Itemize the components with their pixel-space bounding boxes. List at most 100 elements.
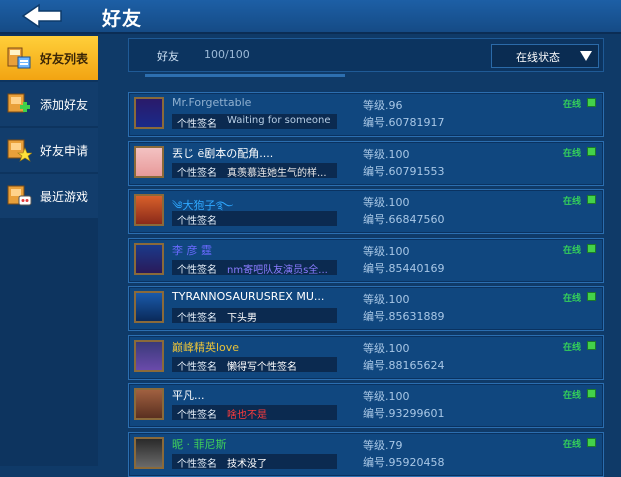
friend-level: 等级.100 — [363, 390, 410, 403]
signature-label: 个性签名 — [177, 459, 217, 470]
friend-card[interactable]: 平凡... 个性签名 啥也不是 等级.100 编号.93299601 在线 — [128, 383, 604, 428]
avatar[interactable] — [134, 340, 164, 372]
signature-text: nm寄吧队友演员s全... — [227, 265, 328, 276]
online-indicator-icon — [587, 195, 596, 204]
signature-text: 懒得写个性签名 — [227, 362, 297, 373]
online-status: 在线 — [563, 440, 582, 450]
friends-filter-bar: 好友 100/100 在线状态 — [128, 38, 604, 72]
friend-card[interactable]: TYRANNOSAURUSREX MU... 个性签名 下头男 等级.100 编号.85… — [128, 286, 604, 331]
friend-level: 等级.100 — [363, 342, 410, 355]
signature-box: 个性签名 真羡慕连她生气的样... — [172, 163, 337, 179]
friend-request-icon — [6, 137, 33, 163]
online-indicator-icon — [587, 389, 596, 398]
signature-box: 个性签名 下头男 — [172, 308, 337, 324]
friend-id: 编号.66847560 — [363, 213, 445, 226]
signature-box: 个性签名 — [172, 211, 337, 227]
signature-box: 个性签名 nm寄吧队友演员s全... — [172, 260, 337, 276]
signature-box: 个性签名 懒得写个性签名 — [172, 357, 337, 373]
friends-label: 好友 — [157, 50, 179, 63]
signature-box: 个性签名 Waiting for someone — [172, 114, 337, 130]
list-divider — [145, 74, 345, 77]
friend-id: 编号.93299601 — [363, 407, 445, 420]
sidebar-item-friend-request[interactable]: 好友申请 — [0, 128, 98, 172]
friend-name: 昵 · 菲尼斯 — [172, 438, 227, 451]
friend-id: 编号.85440169 — [363, 262, 445, 275]
online-indicator-icon — [587, 292, 596, 301]
signature-box: 个性签名 啥也不是 — [172, 405, 337, 421]
friend-level: 等级.79 — [363, 439, 403, 452]
signature-label: 个性签名 — [177, 216, 217, 227]
friend-name: TYRANNOSAURUSREX MU... — [172, 290, 325, 303]
back-arrow-icon — [21, 3, 62, 29]
avatar[interactable] — [134, 388, 164, 420]
friend-level: 等级.100 — [363, 245, 410, 258]
top-bar: 好友 — [0, 0, 621, 34]
friend-card[interactable]: 巅峰精英love 个性签名 懒得写个性签名 等级.100 编号.88165624 在线 — [128, 335, 604, 380]
signature-text: 技术没了 — [227, 459, 267, 470]
add-friend-icon — [6, 91, 32, 117]
friend-id: 编号.88165624 — [363, 359, 445, 372]
signature-text: Waiting for someone — [227, 115, 331, 126]
friend-card[interactable]: ༄大狍子࿐ 个性签名 等级.100 编号.66847560 在线 — [128, 189, 604, 234]
sidebar-item-label: 好友申请 — [40, 143, 89, 158]
online-indicator-icon — [587, 98, 596, 107]
sidebar-item-label: 好友列表 — [40, 51, 89, 66]
friend-id: 编号.60791553 — [363, 165, 445, 178]
signature-label: 个性签名 — [177, 168, 217, 179]
signature-text: 下头男 — [227, 313, 257, 324]
sidebar-item-recent-games[interactable]: 最近游戏 — [0, 174, 98, 218]
friend-card[interactable]: 丟じ ё剧本の配角.... 个性签名 真羡慕连她生气的样... 等级.100 编号.60… — [128, 141, 604, 186]
sidebar: 好友列表 添加好友 好友申请 最近游戏 — [0, 34, 98, 466]
friend-level: 等级.100 — [363, 148, 410, 161]
signature-label: 个性签名 — [177, 119, 217, 130]
avatar[interactable] — [134, 194, 164, 226]
sidebar-item-friend-list[interactable]: 好友列表 — [0, 36, 98, 80]
online-status: 在线 — [563, 149, 582, 159]
friend-level: 等级.100 — [363, 293, 410, 306]
signature-label: 个性签名 — [177, 313, 217, 324]
friend-name: Mr.Forgettable — [172, 96, 252, 109]
avatar[interactable] — [134, 146, 164, 178]
friend-name: 巅峰精英love — [172, 341, 240, 354]
avatar[interactable] — [134, 97, 164, 129]
recent-games-icon — [6, 183, 32, 209]
friend-name: 平凡... — [172, 389, 205, 402]
online-status: 在线 — [563, 197, 582, 207]
page-title: 好友 — [102, 8, 143, 30]
friend-card[interactable]: Mr.Forgettable 个性签名 Waiting for someone 等级.… — [128, 92, 604, 137]
signature-text: 真羡慕连她生气的样... — [227, 168, 327, 179]
sidebar-item-add-friend[interactable]: 添加好友 — [0, 82, 98, 126]
online-indicator-icon — [587, 147, 596, 156]
online-status-value: 在线状态 — [516, 51, 560, 64]
signature-label: 个性签名 — [177, 362, 217, 373]
sidebar-item-label: 添加好友 — [40, 97, 89, 112]
signature-text: 啥也不是 — [227, 410, 267, 421]
online-status-dropdown[interactable]: 在线状态 — [491, 44, 599, 68]
friend-id: 编号.95920458 — [363, 456, 445, 469]
online-status: 在线 — [563, 294, 582, 304]
friend-level: 等级.100 — [363, 196, 410, 209]
friend-name: 李 彦 霆 — [172, 244, 212, 257]
avatar[interactable] — [134, 291, 164, 323]
signature-label: 个性签名 — [177, 410, 217, 421]
avatar[interactable] — [134, 243, 164, 275]
friend-id: 编号.85631889 — [363, 310, 445, 323]
chevron-down-icon — [580, 51, 592, 61]
friend-list-icon — [6, 45, 32, 71]
friend-id: 编号.60781917 — [363, 116, 445, 129]
online-status: 在线 — [563, 391, 582, 401]
back-button[interactable] — [20, 2, 66, 30]
friends-count: 100/100 — [204, 48, 250, 61]
online-indicator-icon — [587, 244, 596, 253]
signature-box: 个性签名 技术没了 — [172, 454, 337, 470]
friend-card[interactable]: 昵 · 菲尼斯 个性签名 技术没了 等级.79 编号.95920458 在线 — [128, 432, 604, 477]
friend-level: 等级.96 — [363, 99, 403, 112]
signature-label: 个性签名 — [177, 265, 217, 276]
avatar[interactable] — [134, 437, 164, 469]
online-indicator-icon — [587, 341, 596, 350]
friend-card[interactable]: 李 彦 霆个性签名 nm寄吧队友演员s全... 等级.100 编号.85440169 在… — [128, 238, 604, 283]
friend-name: 丟じ ё剧本の配角.... — [172, 147, 274, 160]
online-status: 在线 — [563, 100, 582, 110]
sidebar-item-label: 最近游戏 — [40, 189, 89, 204]
online-indicator-icon — [587, 438, 596, 447]
